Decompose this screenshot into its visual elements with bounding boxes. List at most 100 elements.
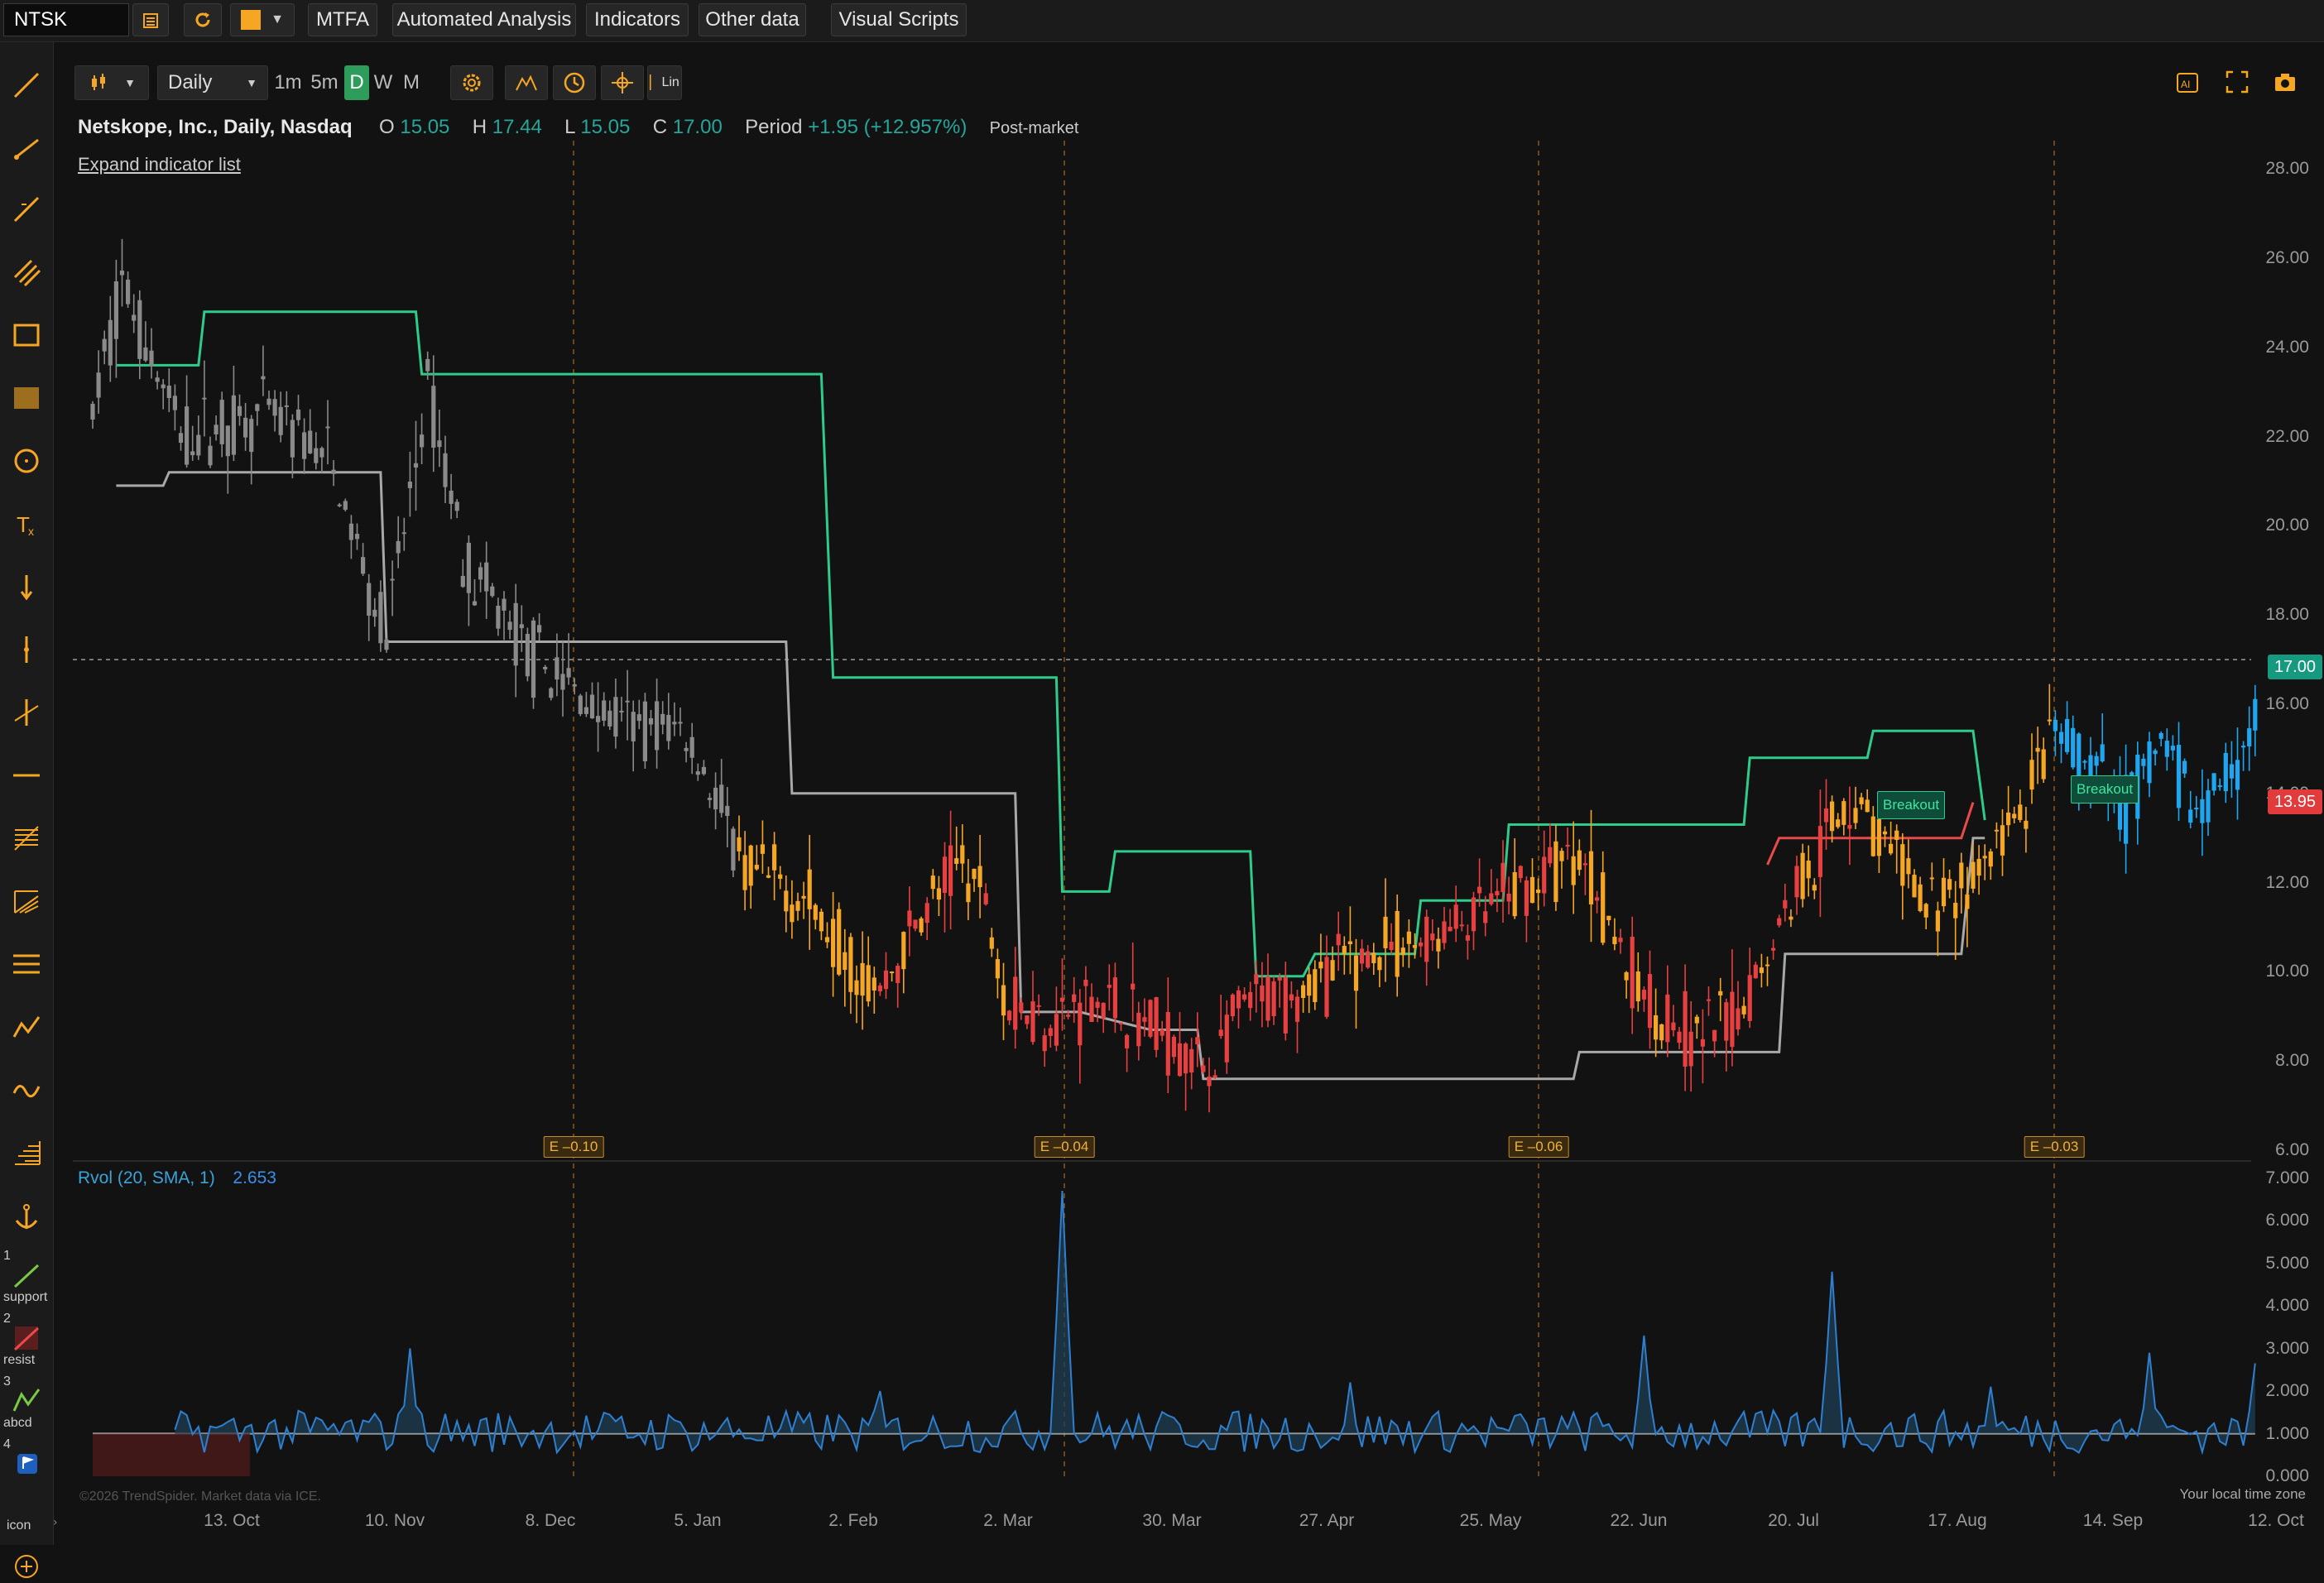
timeframe-d-button[interactable]: D — [344, 65, 369, 100]
linear-scale-button[interactable]: ▏ Lin — [647, 65, 682, 100]
candle-body — [443, 453, 448, 487]
color-picker-button[interactable]: ▼ — [230, 3, 295, 36]
ray-icon[interactable] — [7, 128, 46, 168]
fill-rectangle-icon[interactable] — [7, 378, 46, 418]
price-tick-label: 10.00 — [2265, 962, 2309, 981]
candle-body — [1994, 829, 1999, 832]
crosshair-icon[interactable] — [601, 65, 644, 100]
chart-type-button[interactable]: ▼ — [74, 65, 149, 100]
candle-body — [1342, 946, 1347, 955]
candle-body — [1953, 902, 1958, 919]
candle-body — [578, 695, 583, 714]
vertical-line-icon[interactable] — [7, 630, 46, 669]
expand-indicator-list-link[interactable]: Expand indicator list — [78, 154, 241, 175]
candle-body — [278, 406, 283, 435]
candle-body — [1148, 1000, 1153, 1037]
indicators-button[interactable]: Indicators — [586, 3, 689, 36]
candle-body — [866, 965, 871, 1002]
candle-body — [308, 430, 313, 453]
settings-gear-icon[interactable] — [450, 65, 493, 100]
candle-body — [1330, 960, 1335, 981]
candle-body — [314, 448, 319, 463]
candle-body — [2164, 741, 2169, 757]
candle-body — [977, 866, 982, 888]
interval-select[interactable]: Daily ▼ — [157, 65, 268, 100]
low-value: 15.05 — [580, 116, 631, 138]
breakout-label[interactable]: Breakout — [2071, 775, 2139, 803]
horizontal-line-icon[interactable] — [7, 756, 46, 795]
symbol-search-input[interactable] — [3, 3, 129, 36]
text-icon[interactable]: Tx — [7, 504, 46, 544]
candle-body — [707, 798, 713, 800]
earnings-marker[interactable]: E –0.04 — [1034, 1136, 1095, 1158]
volume-profile-icon[interactable] — [7, 1133, 46, 1173]
rectangle-icon[interactable] — [7, 315, 46, 355]
channel-icon[interactable] — [7, 252, 46, 292]
gann-fan-icon[interactable] — [7, 881, 46, 921]
earnings-marker[interactable]: E –0.03 — [2024, 1136, 2085, 1158]
flag-icon[interactable] — [7, 1449, 46, 1477]
candle-body — [660, 713, 665, 725]
chevron-down-icon: ▼ — [271, 12, 284, 26]
candle-body — [1083, 979, 1088, 986]
support-tool-icon[interactable] — [7, 1259, 46, 1292]
timeframe-w-button[interactable]: W — [371, 65, 396, 100]
candle-body — [613, 697, 618, 737]
parallel-lines-icon[interactable] — [7, 944, 46, 984]
chart-scan-icon[interactable] — [505, 65, 548, 100]
timeframe-5m-button[interactable]: 5m — [308, 65, 341, 100]
earnings-marker[interactable]: E –0.10 — [543, 1136, 604, 1158]
automated-analysis-button[interactable]: Automated Analysis — [392, 3, 576, 36]
earnings-marker[interactable]: E –0.06 — [1508, 1136, 1569, 1158]
visual-scripts-button[interactable]: Visual Scripts — [831, 3, 967, 36]
clock-icon[interactable] — [553, 65, 596, 100]
watchlist-icon[interactable] — [132, 3, 169, 36]
candle-body — [413, 463, 419, 468]
resist-tool-icon[interactable] — [7, 1322, 46, 1355]
anchor-icon[interactable] — [7, 1197, 46, 1237]
candle-body — [1412, 945, 1418, 948]
candle-body — [1806, 861, 1811, 879]
candle-body — [907, 910, 912, 927]
camera-icon[interactable] — [2273, 70, 2301, 98]
candle-body — [1524, 880, 1529, 916]
candle-body — [2229, 764, 2234, 779]
rvol-tick-label: 3.000 — [2265, 1338, 2309, 1358]
ai-icon[interactable]: AI — [2175, 70, 2203, 98]
mtfa-button[interactable]: MTFA — [308, 3, 377, 36]
fib-retracement-icon[interactable] — [7, 189, 46, 229]
candle-body — [231, 395, 236, 455]
timezone-text[interactable]: Your local time zone — [2180, 1486, 2306, 1503]
crosshair-tool-icon[interactable] — [7, 693, 46, 732]
candle-body — [566, 668, 571, 678]
add-tool-icon[interactable] — [7, 1550, 46, 1583]
trendline-icon[interactable] — [7, 65, 46, 105]
other-data-button[interactable]: Other data — [699, 3, 806, 36]
time-tick-label: 27. Apr — [1299, 1511, 1355, 1530]
candle-body — [1941, 877, 1947, 907]
collapse-panel-icon[interactable]: › — [53, 1516, 58, 1529]
candle-body — [1512, 871, 1517, 917]
breakout-label[interactable]: Breakout — [1877, 791, 1946, 819]
timeframe-m-button[interactable]: M — [399, 65, 424, 100]
wave-icon[interactable] — [7, 1070, 46, 1110]
ellipse-icon[interactable] — [7, 441, 46, 481]
candle-body — [1571, 856, 1576, 885]
abcd-pattern-icon[interactable] — [7, 1384, 46, 1418]
candle-body — [1101, 1002, 1106, 1019]
candle-body — [754, 865, 759, 870]
arrow-down-icon[interactable] — [7, 567, 46, 607]
candle-body — [572, 684, 577, 687]
candle-body — [1965, 895, 1970, 909]
refresh-icon[interactable] — [184, 3, 222, 36]
timeframe-1m-button[interactable]: 1m — [271, 65, 305, 100]
polyline-icon[interactable] — [7, 1007, 46, 1047]
candle-body — [1647, 974, 1653, 1029]
abcd-tool-label: abcd — [3, 1416, 32, 1430]
fib-fan-icon[interactable] — [7, 818, 46, 858]
candle-body — [1836, 819, 1841, 827]
fullscreen-icon[interactable] — [2225, 70, 2253, 98]
candle-body — [543, 666, 548, 669]
candle-body — [143, 347, 148, 361]
price-chart[interactable] — [0, 0, 2324, 1545]
